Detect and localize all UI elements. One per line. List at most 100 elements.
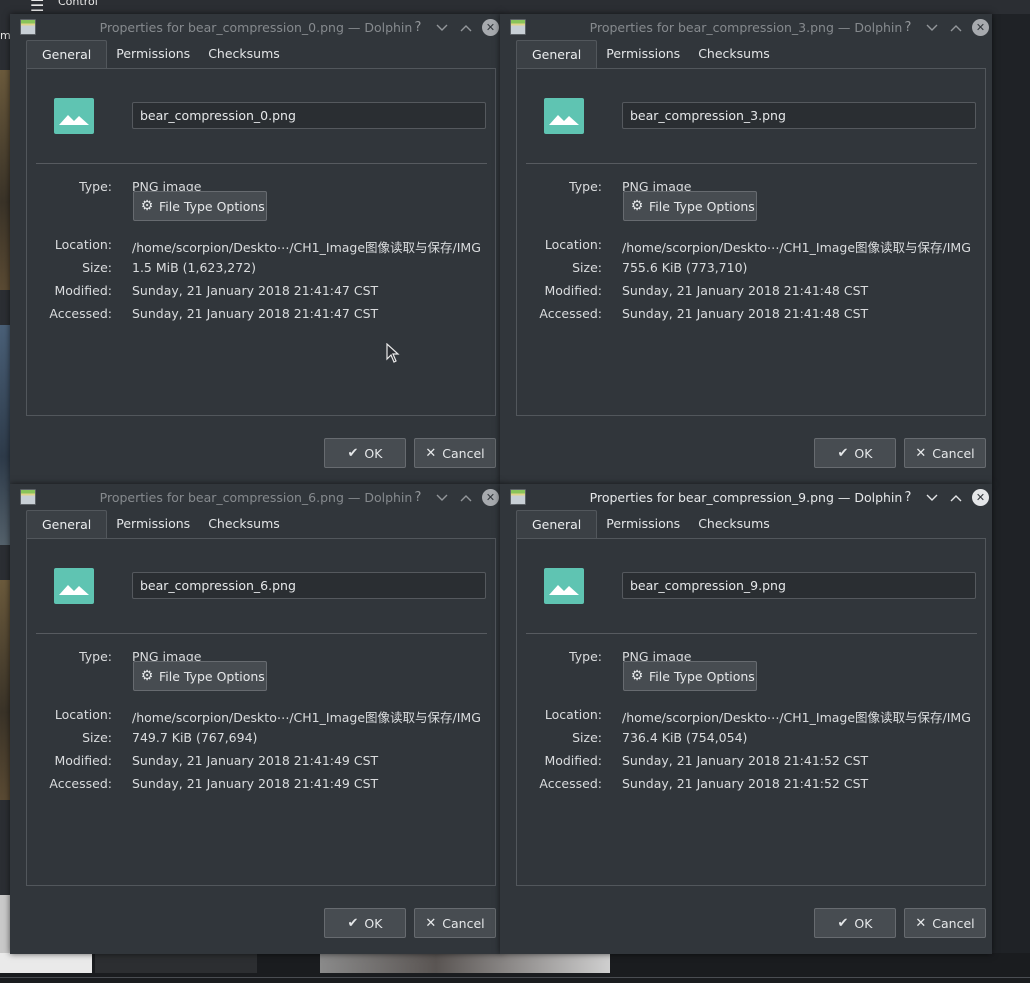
- size-label: Size:: [572, 260, 602, 275]
- modified-value: Sunday, 21 January 2018 21:41:49 CST: [132, 753, 379, 768]
- gear-icon: ⚙: [140, 668, 154, 684]
- help-question-icon[interactable]: ?: [900, 490, 916, 506]
- tab-permissions[interactable]: Permissions: [107, 40, 199, 67]
- tab-permissions[interactable]: Permissions: [597, 510, 689, 537]
- image-file-icon: [54, 568, 94, 604]
- location-value: /home/scorpion/Deskto⋯/CH1_Image图像读取与保存/…: [622, 710, 971, 725]
- filename-field[interactable]: bear_compression_9.png: [622, 572, 976, 599]
- cancel-button[interactable]: ✕ Cancel: [904, 908, 986, 938]
- background-thumbnail: [95, 953, 257, 973]
- window-titlebar[interactable]: Properties for bear_compression_0.png — …: [10, 14, 502, 42]
- modified-value: Sunday, 21 January 2018 21:41:48 CST: [622, 283, 869, 298]
- tab-general[interactable]: General: [26, 510, 108, 538]
- gear-icon: ⚙: [630, 198, 644, 214]
- window-titlebar[interactable]: Properties for bear_compression_6.png — …: [10, 484, 502, 512]
- cancel-button[interactable]: ✕ Cancel: [414, 908, 496, 938]
- window-titlebar[interactable]: Properties for bear_compression_3.png — …: [500, 14, 992, 42]
- image-file-icon: [544, 98, 584, 134]
- minimize-chevron-down-icon[interactable]: [434, 20, 450, 36]
- desktop-bottom-strip: [0, 953, 1030, 983]
- modified-label: Modified:: [54, 753, 112, 768]
- tab-general[interactable]: General: [516, 40, 598, 68]
- x-icon: ✕: [915, 445, 927, 461]
- tab-general[interactable]: General: [516, 510, 598, 538]
- file-type-options-button[interactable]: ⚙ File Type Options: [133, 191, 267, 221]
- minimize-chevron-down-icon[interactable]: [924, 20, 940, 36]
- divider: [526, 633, 977, 634]
- properties-dialog[interactable]: Properties for bear_compression_6.png — …: [10, 484, 502, 954]
- ok-button[interactable]: ✔ OK: [814, 438, 896, 468]
- close-icon[interactable]: ✕: [972, 489, 989, 506]
- divider: [36, 633, 487, 634]
- minimize-chevron-down-icon[interactable]: [924, 490, 940, 506]
- ok-button[interactable]: ✔ OK: [324, 438, 406, 468]
- help-question-icon[interactable]: ?: [410, 20, 426, 36]
- tab-bar: General Permissions Checksums: [516, 40, 779, 68]
- tab-permissions[interactable]: Permissions: [107, 510, 199, 537]
- size-value: 736.4 KiB (754,054): [622, 730, 748, 745]
- filename-field[interactable]: bear_compression_3.png: [622, 102, 976, 129]
- accessed-label: Accessed:: [539, 776, 602, 791]
- close-icon[interactable]: ✕: [482, 489, 499, 506]
- desktop-menu-label: Control: [58, 0, 98, 8]
- tab-checksums[interactable]: Checksums: [199, 40, 289, 67]
- size-value: 1.5 MiB (1,623,272): [132, 260, 257, 275]
- type-label: Type:: [79, 649, 112, 664]
- ok-label: OK: [364, 915, 383, 931]
- size-value: 755.6 KiB (773,710): [622, 260, 748, 275]
- cancel-label: Cancel: [442, 445, 485, 461]
- type-label: Type:: [569, 649, 602, 664]
- maximize-chevron-up-icon[interactable]: [948, 20, 964, 36]
- mouse-cursor-icon: [386, 343, 400, 363]
- checkmark-icon: ✔: [837, 915, 849, 931]
- cancel-button[interactable]: ✕ Cancel: [904, 438, 986, 468]
- file-type-options-button[interactable]: ⚙ File Type Options: [623, 661, 757, 691]
- maximize-chevron-up-icon[interactable]: [458, 20, 474, 36]
- divider: [0, 977, 1030, 978]
- tab-checksums[interactable]: Checksums: [689, 510, 779, 537]
- cancel-label: Cancel: [442, 915, 485, 931]
- help-question-icon[interactable]: ?: [410, 490, 426, 506]
- hamburger-menu-icon[interactable]: ☰: [30, 0, 44, 15]
- window-titlebar[interactable]: Properties for bear_compression_9.png — …: [500, 484, 992, 512]
- tab-checksums[interactable]: Checksums: [689, 40, 779, 67]
- help-question-icon[interactable]: ?: [900, 20, 916, 36]
- properties-dialog[interactable]: Properties for bear_compression_0.png — …: [10, 14, 502, 484]
- accessed-value: Sunday, 21 January 2018 21:41:47 CST: [132, 306, 379, 321]
- filename-field[interactable]: bear_compression_6.png: [132, 572, 486, 599]
- properties-dialog[interactable]: Properties for bear_compression_3.png — …: [500, 14, 992, 484]
- tab-bar: General Permissions Checksums: [516, 510, 779, 538]
- tab-general[interactable]: General: [26, 40, 108, 68]
- maximize-chevron-up-icon[interactable]: [948, 490, 964, 506]
- tab-checksums[interactable]: Checksums: [199, 510, 289, 537]
- size-label: Size:: [572, 730, 602, 745]
- ok-button[interactable]: ✔ OK: [814, 908, 896, 938]
- tab-permissions[interactable]: Permissions: [597, 40, 689, 67]
- background-thumbnail: [320, 953, 610, 973]
- maximize-chevron-up-icon[interactable]: [458, 490, 474, 506]
- ok-button[interactable]: ✔ OK: [324, 908, 406, 938]
- gear-icon: ⚙: [630, 668, 644, 684]
- general-tab-panel: bear_compression_0.png Type: PNG image ⚙…: [26, 68, 496, 416]
- close-icon[interactable]: ✕: [972, 19, 989, 36]
- file-type-options-label: File Type Options: [649, 668, 755, 684]
- modified-label: Modified:: [544, 753, 602, 768]
- file-type-options-button[interactable]: ⚙ File Type Options: [623, 191, 757, 221]
- image-file-icon: [54, 98, 94, 134]
- location-label: Location:: [544, 707, 602, 722]
- x-icon: ✕: [915, 915, 927, 931]
- tab-bar: General Permissions Checksums: [26, 510, 289, 538]
- size-value: 749.7 KiB (767,694): [132, 730, 258, 745]
- accessed-label: Accessed:: [539, 306, 602, 321]
- close-icon[interactable]: ✕: [482, 19, 499, 36]
- minimize-chevron-down-icon[interactable]: [434, 490, 450, 506]
- properties-dialog[interactable]: Properties for bear_compression_9.png — …: [500, 484, 992, 954]
- accessed-value: Sunday, 21 January 2018 21:41:48 CST: [622, 306, 869, 321]
- file-type-options-button[interactable]: ⚙ File Type Options: [133, 661, 267, 691]
- accessed-label: Accessed:: [49, 776, 112, 791]
- file-type-options-label: File Type Options: [159, 198, 265, 214]
- cancel-button[interactable]: ✕ Cancel: [414, 438, 496, 468]
- checkmark-icon: ✔: [837, 445, 849, 461]
- size-label: Size:: [82, 730, 112, 745]
- filename-field[interactable]: bear_compression_0.png: [132, 102, 486, 129]
